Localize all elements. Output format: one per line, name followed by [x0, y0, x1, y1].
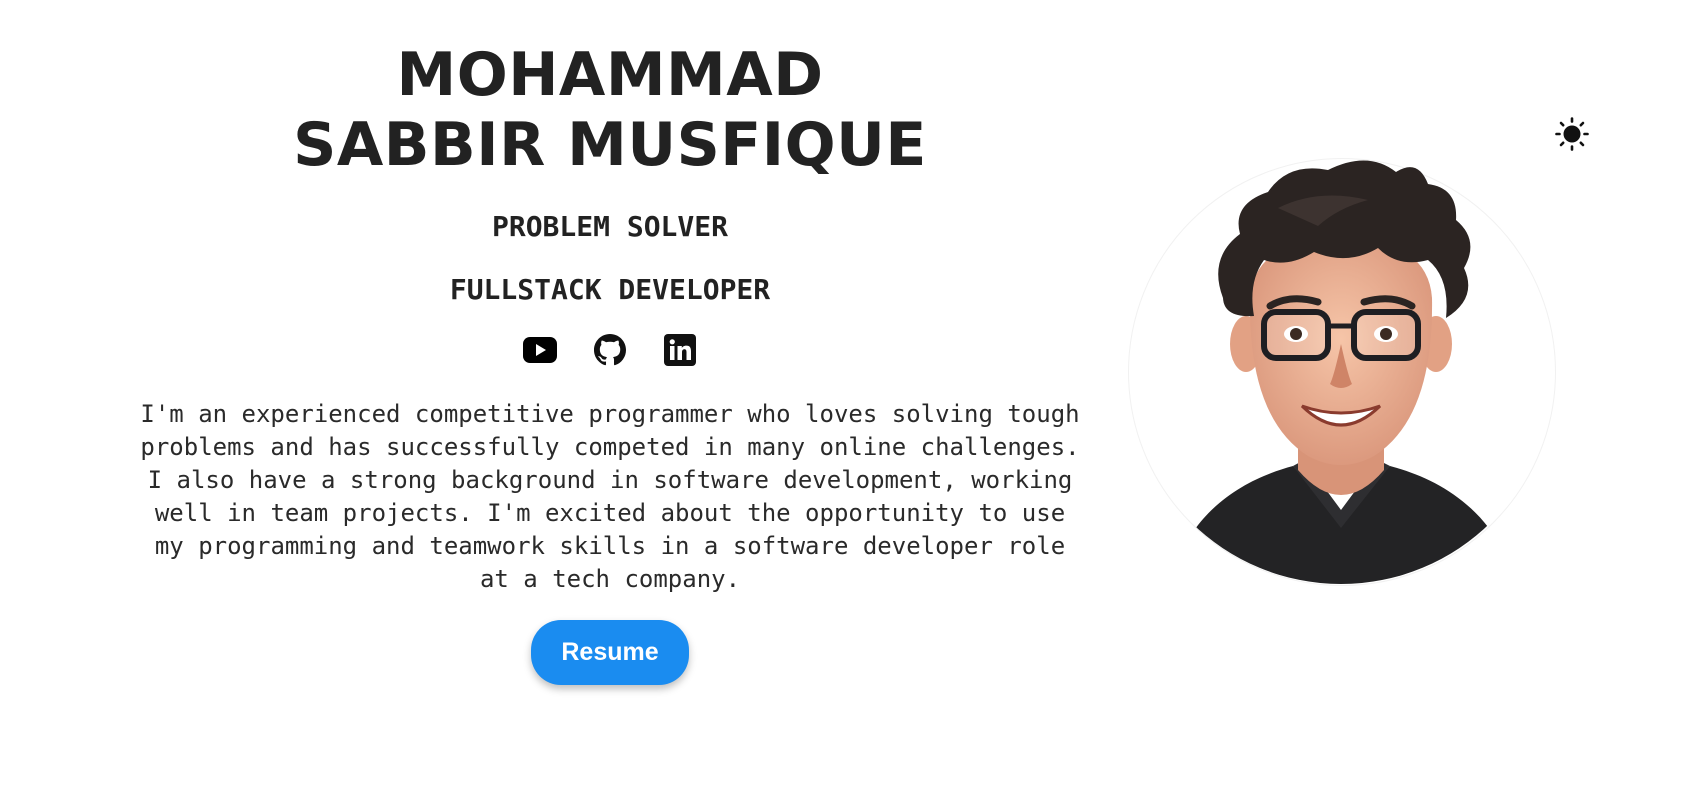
name-line-2: SABBIR MUSFIQUE [293, 110, 927, 180]
avatar-illustration [1168, 160, 1518, 584]
youtube-icon [523, 337, 557, 363]
name-line-1: MOHAMMAD [396, 40, 824, 110]
theme-toggle-button[interactable] [1554, 116, 1590, 152]
hero-section: MOHAMMAD SABBIR MUSFIQUE PROBLEM SOLVER … [80, 40, 1140, 685]
avatar [1128, 148, 1556, 588]
role-fullstack-developer: FULLSTACK DEVELOPER [449, 273, 771, 306]
linkedin-link[interactable] [662, 332, 698, 368]
github-icon [594, 334, 626, 366]
youtube-link[interactable] [522, 332, 558, 368]
sun-icon [1555, 117, 1589, 151]
social-links [80, 332, 1140, 368]
role-problem-solver: PROBLEM SOLVER [491, 210, 728, 243]
resume-button[interactable]: Resume [531, 620, 689, 685]
page: MOHAMMAD SABBIR MUSFIQUE PROBLEM SOLVER … [0, 0, 1687, 792]
linkedin-icon [664, 334, 696, 366]
github-link[interactable] [592, 332, 628, 368]
name-heading: MOHAMMAD SABBIR MUSFIQUE [80, 40, 1140, 180]
bio-paragraph: I'm an experienced competitive programme… [140, 400, 1080, 593]
